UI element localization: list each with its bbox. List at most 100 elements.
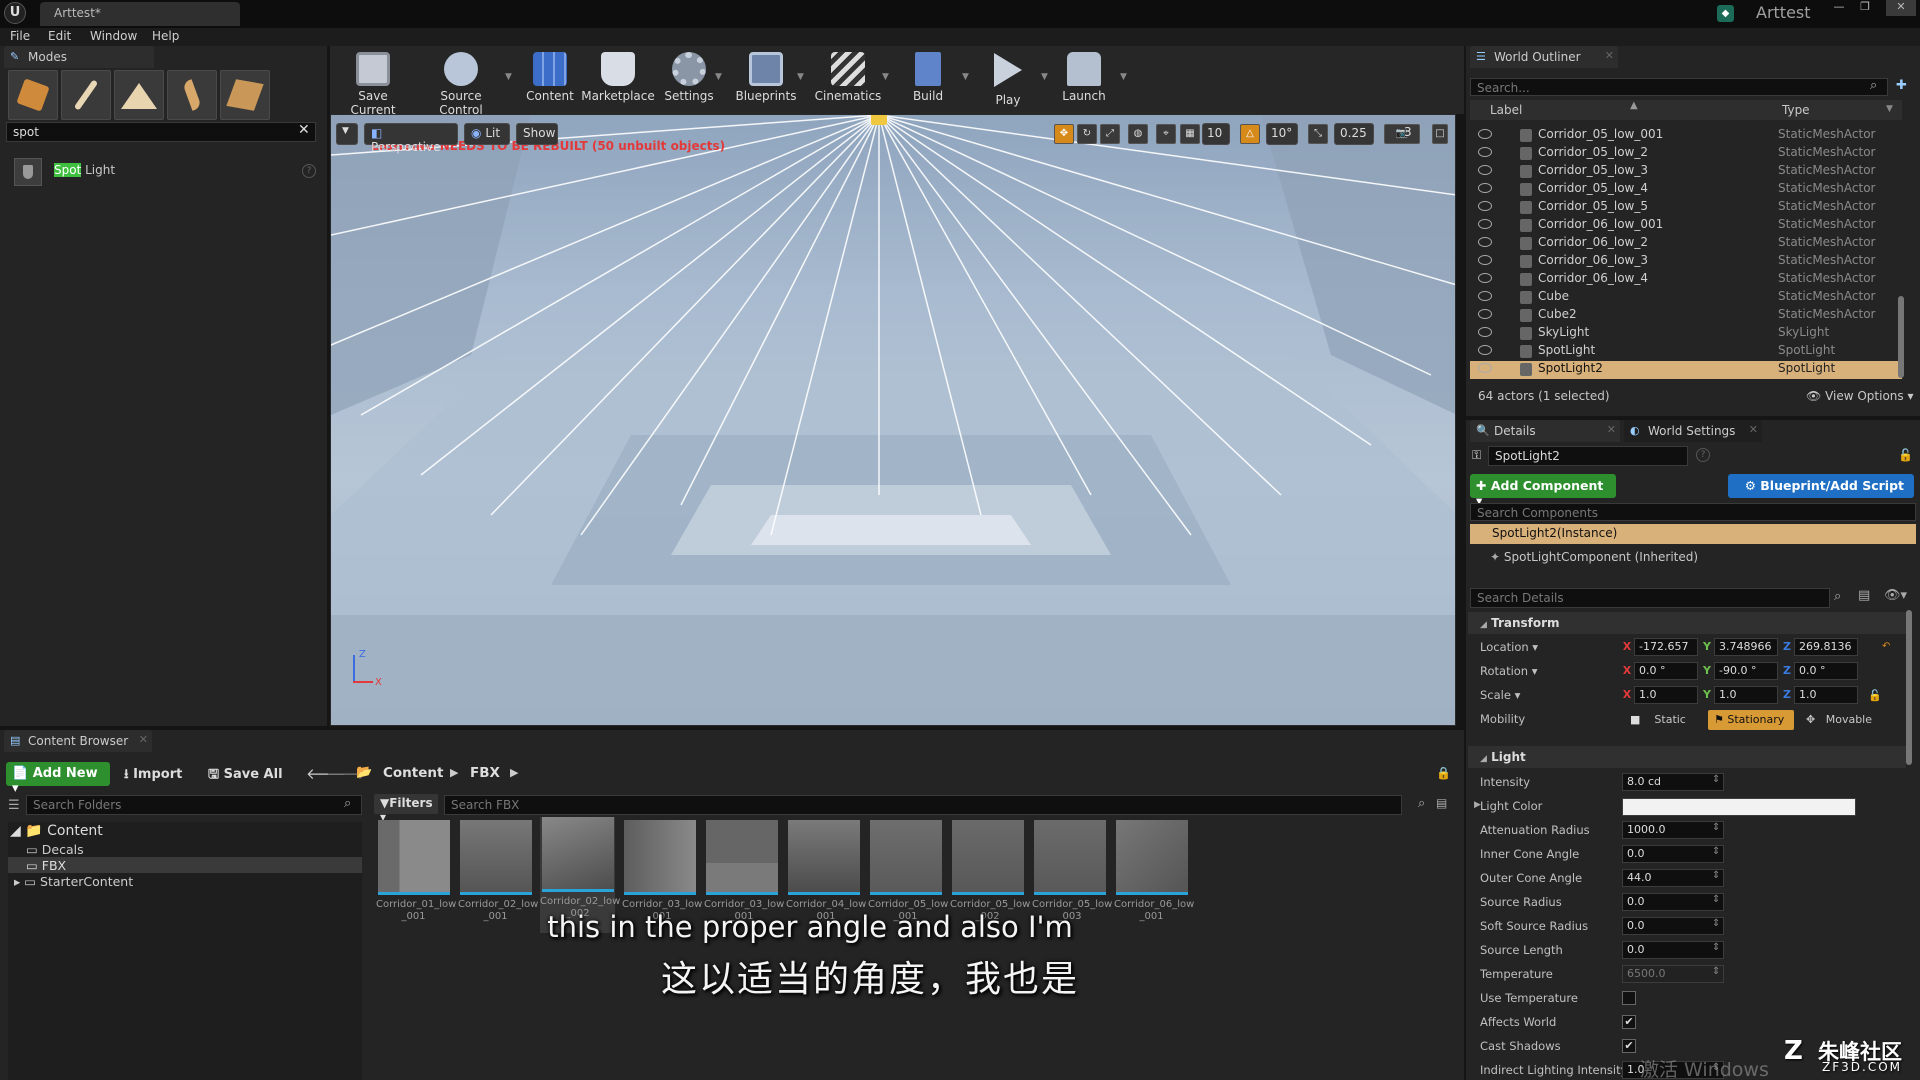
- actor-name-input[interactable]: SpotLight2: [1488, 446, 1688, 466]
- component-instance-row[interactable]: SpotLight2(Instance): [1470, 524, 1916, 544]
- outliner-row[interactable]: Corridor_05_low_2 StaticMeshActor: [1470, 145, 1902, 163]
- place-mode-button[interactable]: [8, 70, 58, 120]
- launch-button[interactable]: Launch: [1046, 50, 1122, 108]
- rot-x-field[interactable]: 0.0 °: [1634, 662, 1698, 680]
- launch-dropdown-icon[interactable]: ▼: [1120, 72, 1127, 82]
- visibility-eye-icon[interactable]: [1478, 363, 1492, 373]
- menu-file[interactable]: File: [10, 29, 30, 43]
- visibility-eye-icon[interactable]: [1478, 273, 1492, 283]
- close-icon[interactable]: ✕: [1886, 0, 1916, 16]
- visibility-eye-icon[interactable]: [1478, 129, 1492, 139]
- landscape-mode-button[interactable]: [114, 70, 164, 120]
- outliner-row[interactable]: Corridor_05_low_5 StaticMeshActor: [1470, 199, 1902, 217]
- visibility-eye-icon[interactable]: [1478, 327, 1492, 337]
- expand-arrow-icon[interactable]: ▶: [1474, 800, 1481, 810]
- foliage-mode-button[interactable]: [167, 70, 217, 120]
- lock-icon[interactable]: 🔓: [1898, 448, 1913, 462]
- tab-details[interactable]: 🔍 Details ✕: [1470, 420, 1620, 442]
- build-dropdown-icon[interactable]: ▼: [962, 72, 969, 82]
- level-viewport[interactable]: LIGHTING NEEDS TO BE REBUILT (50 unbuilt…: [330, 114, 1456, 726]
- visibility-eye-icon[interactable]: [1478, 291, 1492, 301]
- tree-root[interactable]: ◢ 📁 Content: [10, 823, 103, 839]
- outliner-scrollbar[interactable]: [1898, 296, 1904, 378]
- world-local-icon[interactable]: ◍: [1128, 124, 1148, 144]
- add-new-button[interactable]: 📄 Add New ▾: [6, 762, 110, 796]
- spin-arrows-icon[interactable]: ⇕: [1712, 894, 1720, 905]
- transform-section-header[interactable]: ◢ Transform: [1468, 612, 1906, 634]
- minimize-icon[interactable]: —: [1828, 0, 1850, 16]
- surface-snap-icon[interactable]: ⌖: [1156, 124, 1176, 144]
- outliner-row[interactable]: Corridor_05_low_4 StaticMeshActor: [1470, 181, 1902, 199]
- outliner-row[interactable]: Corridor_06_low_3 StaticMeshActor: [1470, 253, 1902, 271]
- outliner-row[interactable]: Corridor_05_low_3 StaticMeshActor: [1470, 163, 1902, 181]
- tree-item-startercontent[interactable]: ▸ ▭ StarterContent: [14, 874, 133, 889]
- property-matrix-icon[interactable]: ▤: [1858, 588, 1870, 603]
- scale-label[interactable]: Scale ▾: [1480, 688, 1520, 702]
- loc-z-field[interactable]: 269.8136: [1794, 638, 1858, 656]
- menu-window[interactable]: Window: [90, 29, 137, 43]
- show-button[interactable]: Show: [516, 123, 558, 145]
- content-lock-icon[interactable]: 🔒: [1436, 766, 1451, 780]
- light-section-header[interactable]: ◢ Light: [1468, 746, 1906, 768]
- breadcrumb-fbx[interactable]: FBX: [470, 765, 500, 781]
- view-options-button[interactable]: 👁 View Options ▾: [1806, 389, 1914, 403]
- outliner-row[interactable]: Cube StaticMeshActor: [1470, 289, 1902, 307]
- visibility-eye-icon[interactable]: [1478, 255, 1492, 265]
- mobility-movable-button[interactable]: ✥ Movable: [1800, 710, 1890, 730]
- outliner-row[interactable]: SpotLight2 SpotLight: [1470, 361, 1902, 379]
- build-button[interactable]: Build: [890, 50, 966, 108]
- loc-x-field[interactable]: -172.657: [1634, 638, 1698, 656]
- light-prop-value[interactable]: 0.0: [1622, 845, 1724, 863]
- rotation-snap-value[interactable]: 10°: [1266, 123, 1298, 145]
- scale-tool-icon[interactable]: ⤢: [1100, 124, 1120, 144]
- spin-arrows-icon[interactable]: ⇕: [1712, 822, 1720, 833]
- light-prop-value[interactable]: 1000.0: [1622, 821, 1724, 839]
- scale-z-field[interactable]: 1.0: [1794, 686, 1858, 704]
- translate-tool-icon[interactable]: ✥: [1054, 124, 1074, 144]
- scale-y-field[interactable]: 1.0: [1714, 686, 1778, 704]
- import-button[interactable]: ⭳ Import: [124, 765, 182, 787]
- scale-snap-icon[interactable]: ⤡: [1308, 124, 1328, 144]
- save-current-button[interactable]: Save Current: [335, 50, 411, 117]
- blueprints-dropdown-icon[interactable]: ▼: [797, 72, 804, 82]
- visibility-eye-icon[interactable]: [1478, 219, 1492, 229]
- visibility-eye-icon[interactable]: [1478, 201, 1492, 211]
- checkbox[interactable]: ✔: [1622, 1015, 1636, 1029]
- outliner-row[interactable]: SpotLight SpotLight: [1470, 343, 1902, 361]
- mobility-stationary-button[interactable]: ⚑ Stationary: [1708, 710, 1794, 730]
- details-view-options-icon[interactable]: 👁▾: [1884, 588, 1907, 603]
- lit-button[interactable]: ◉ Lit: [464, 123, 510, 145]
- breadcrumb-arrow-2-icon[interactable]: ▶: [510, 766, 518, 779]
- visibility-eye-icon[interactable]: [1478, 165, 1492, 175]
- location-label[interactable]: Location ▾: [1480, 640, 1538, 654]
- col-type[interactable]: Type: [1782, 103, 1810, 117]
- outliner-search-input[interactable]: Search...: [1470, 78, 1888, 96]
- paint-mode-button[interactable]: [61, 70, 111, 120]
- scale-lock-icon[interactable]: 🔓: [1868, 689, 1882, 702]
- rotation-snap-icon[interactable]: △: [1240, 124, 1260, 144]
- source-control-button[interactable]: Source Control: [420, 50, 502, 117]
- loc-y-field[interactable]: 3.748966: [1714, 638, 1778, 656]
- search-folders-input[interactable]: Search Folders: [26, 795, 362, 815]
- actor-help-icon[interactable]: ?: [1696, 448, 1710, 462]
- visibility-eye-icon[interactable]: [1478, 147, 1492, 157]
- scale-x-field[interactable]: 1.0: [1634, 686, 1698, 704]
- breadcrumb-content[interactable]: Content: [383, 765, 443, 781]
- menu-edit[interactable]: Edit: [48, 29, 71, 43]
- reset-location-icon[interactable]: ↶: [1882, 641, 1890, 652]
- details-scrollbar[interactable]: [1906, 610, 1912, 765]
- geometry-mode-button[interactable]: [220, 70, 270, 120]
- clear-search-icon[interactable]: ✕: [298, 122, 310, 138]
- grid-snap-value[interactable]: 10: [1202, 123, 1230, 145]
- filters-button[interactable]: ▼Filters ▾: [374, 794, 438, 824]
- visibility-eye-icon[interactable]: [1478, 183, 1492, 193]
- blueprints-button[interactable]: Blueprints: [728, 50, 804, 108]
- perspective-button[interactable]: ◧ Perspective: [364, 123, 458, 154]
- light-color-swatch[interactable]: [1622, 798, 1856, 816]
- marketplace-button[interactable]: Marketplace: [580, 50, 656, 108]
- cinematics-dropdown-icon[interactable]: ▼: [882, 72, 889, 82]
- rot-z-field[interactable]: 0.0 °: [1794, 662, 1858, 680]
- light-prop-value[interactable]: 0.0: [1622, 893, 1724, 911]
- unreal-logo-icon[interactable]: U: [4, 2, 26, 24]
- tab-content-browser[interactable]: ▤ Content Browser ✕: [4, 730, 152, 752]
